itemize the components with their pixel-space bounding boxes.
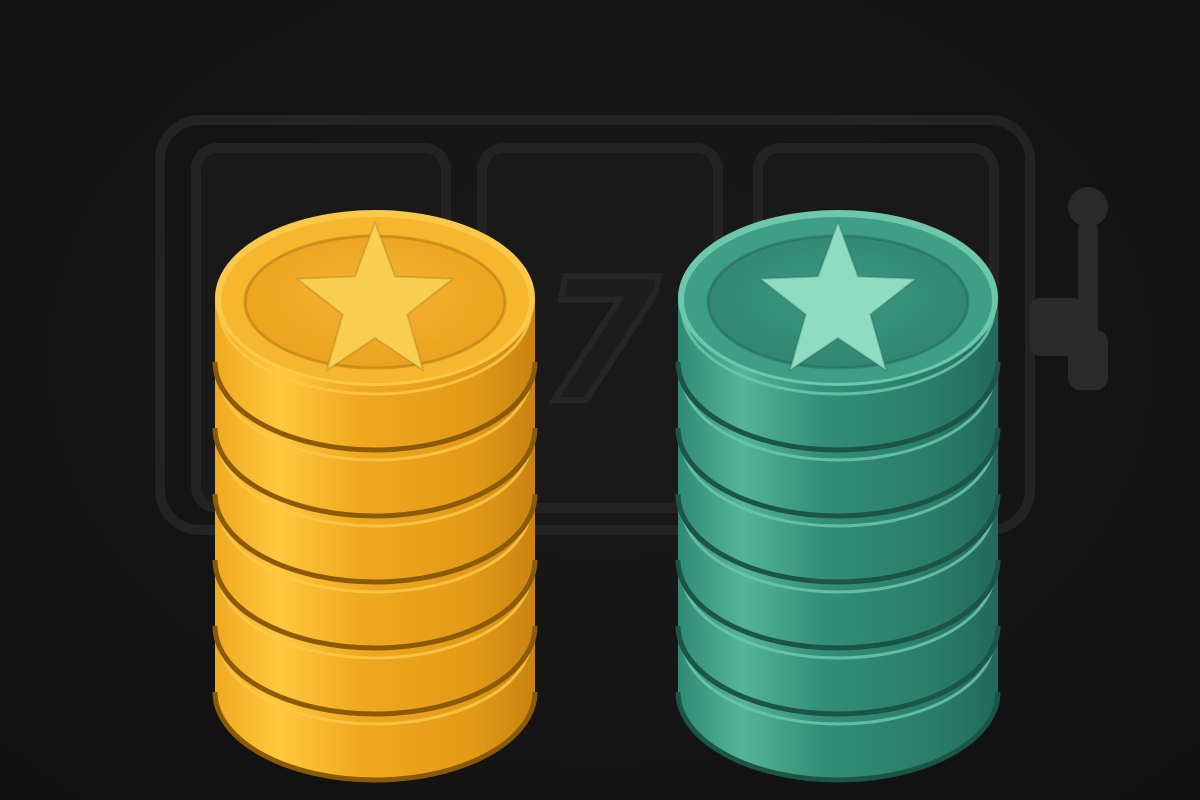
green-chip-stack[interactable] [675, 210, 1001, 783]
coin-1 [212, 210, 538, 453]
lever-handle-grip [1068, 330, 1108, 390]
game-scene: 7 [0, 0, 1200, 800]
coin-1 [675, 210, 1001, 453]
coin-top-face [678, 210, 998, 386]
gold-coin-stack[interactable] [212, 210, 538, 783]
scene-canvas: 7 [155, 115, 1108, 783]
slot-lever [1030, 187, 1108, 390]
reel-seven-symbol: 7 [541, 243, 659, 441]
coin-top-face [215, 210, 535, 386]
